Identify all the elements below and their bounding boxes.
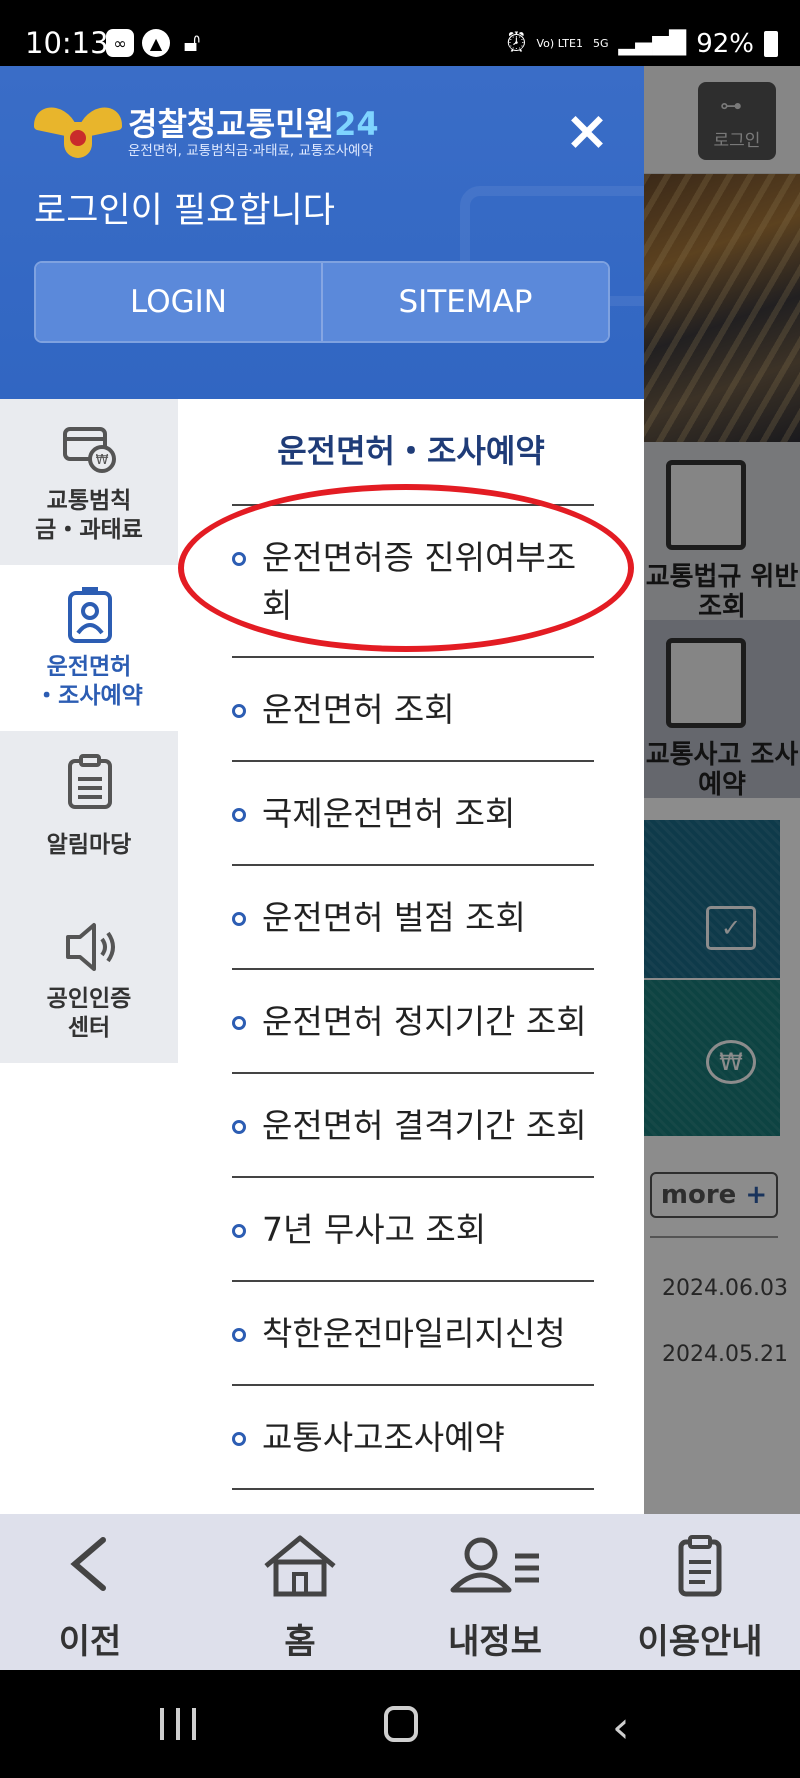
- menu-item-penalty-points[interactable]: 운전면허 벌점 조회: [232, 866, 594, 970]
- home-icon: [264, 1535, 336, 1597]
- tab-home[interactable]: 홈: [210, 1514, 390, 1670]
- tab-home-label: 홈: [284, 1622, 316, 1662]
- network-label: Vo) LTE1: [536, 36, 583, 50]
- speaker-icon: [66, 923, 115, 971]
- tab-guide[interactable]: 이용안내: [610, 1514, 790, 1670]
- lock-icon: 🔓︎: [183, 27, 201, 58]
- battery-percent: 92%: [696, 28, 754, 59]
- signal-icon: ▂▄▆█: [618, 31, 687, 56]
- site-logo[interactable]: 경찰청교통민원24 운전면허, 교통범칙금·과태료, 교통조사예약: [34, 102, 379, 164]
- menu-item-license-inquiry[interactable]: 운전면허 조회: [232, 658, 594, 762]
- home-nav-icon[interactable]: [384, 1706, 418, 1742]
- category-notice-label: 알림마당: [46, 832, 132, 858]
- svg-text:₩: ₩: [96, 453, 109, 468]
- recents-icon[interactable]: [160, 1708, 196, 1740]
- tab-my-info-label: 내정보: [448, 1622, 542, 1662]
- back-chevron-icon: [70, 1537, 106, 1591]
- category-fines[interactable]: ₩ 교통범칙 금・과태료: [0, 399, 178, 565]
- menu-item-7yr-no-accident[interactable]: 7년 무사고 조회: [232, 1178, 594, 1282]
- battery-icon: [764, 30, 778, 57]
- tab-guide-label: 이용안내: [637, 1622, 763, 1662]
- network-type: 5G: [592, 36, 609, 50]
- drawer-header: 경찰청교통민원24 운전면허, 교통범칙금·과태료, 교통조사예약 × 로그인이…: [0, 66, 644, 399]
- menu-item-intl-license[interactable]: 국제운전면허 조회: [232, 762, 594, 866]
- status-right: ⏰︎ Vo) LTE1 5G ▂▄▆█ 92%: [506, 28, 778, 59]
- back-nav-icon[interactable]: ‹: [612, 1702, 630, 1753]
- login-required-message: 로그인이 필요합니다: [34, 191, 335, 231]
- nav-drawer: 경찰청교통민원24 운전면허, 교통범칙금·과태료, 교통조사예약 × 로그인이…: [0, 66, 644, 1514]
- menu-item-accident-reservation[interactable]: 교통사고조사예약: [232, 1386, 594, 1490]
- category-certificate[interactable]: 공인인증 센터: [0, 897, 178, 1063]
- tab-back[interactable]: 이전: [0, 1514, 180, 1670]
- category-nav: ₩ 교통범칙 금・과태료 운전면허 ・조사예약 알림마당 공인인증 센터: [0, 399, 178, 1063]
- sitemap-button[interactable]: SITEMAP: [321, 263, 608, 341]
- notification-icons: ∞ ▲ 🔓︎: [106, 27, 206, 58]
- logo-title: 경찰청교통민원24: [128, 106, 379, 142]
- category-certificate-label: 공인인증 센터: [46, 986, 132, 1041]
- bottom-tab-bar: 이전 홈 내정보 이용안내: [0, 1514, 800, 1670]
- category-notice[interactable]: 알림마당: [0, 731, 178, 897]
- category-license[interactable]: 운전면허 ・조사예약: [0, 565, 178, 731]
- tab-my-info[interactable]: 내정보: [400, 1514, 590, 1670]
- user-list-icon: [450, 1537, 539, 1593]
- link-app-icon: ∞: [106, 29, 134, 57]
- auth-buttons: LOGIN SITEMAP: [34, 261, 610, 343]
- menu-item-good-driving-mileage[interactable]: 착한운전마일리지신청: [232, 1282, 594, 1386]
- status-time: 10:13: [25, 26, 109, 60]
- menu-item-suspension-period[interactable]: 운전면허 정지기간 조회: [232, 970, 594, 1074]
- alarm-icon: ⏰︎: [506, 28, 527, 58]
- menu-item-disqualification-period[interactable]: 운전면허 결격기간 조회: [232, 1074, 594, 1178]
- license-badge-icon: [68, 587, 112, 643]
- close-icon[interactable]: ×: [562, 104, 612, 158]
- system-nav-bar: ‹: [0, 1670, 800, 1778]
- fine-card-icon: ₩: [63, 427, 116, 473]
- logo-subtitle: 운전면허, 교통범칙금·과태료, 교통조사예약: [128, 143, 374, 159]
- menu-title: 운전면허・조사예약: [277, 432, 545, 470]
- login-button[interactable]: LOGIN: [36, 263, 321, 341]
- upload-icon: ▲: [142, 29, 170, 57]
- logo-title-number: 24: [334, 105, 379, 143]
- clipboard-list-icon: [68, 754, 112, 809]
- status-bar: 10:13 ∞ ▲ 🔓︎ ⏰︎ Vo) LTE1 5G ▂▄▆█ 92%: [0, 0, 800, 66]
- category-license-label: 운전면허 ・조사예약: [35, 654, 143, 709]
- highlight-circle: [178, 484, 634, 652]
- guide-clipboard-icon: [678, 1535, 722, 1597]
- tab-back-label: 이전: [58, 1622, 122, 1662]
- category-fines-label: 교통범칙 금・과태료: [35, 488, 143, 543]
- police-emblem-icon: [34, 102, 122, 164]
- logo-title-text: 경찰청교통민원: [128, 105, 335, 143]
